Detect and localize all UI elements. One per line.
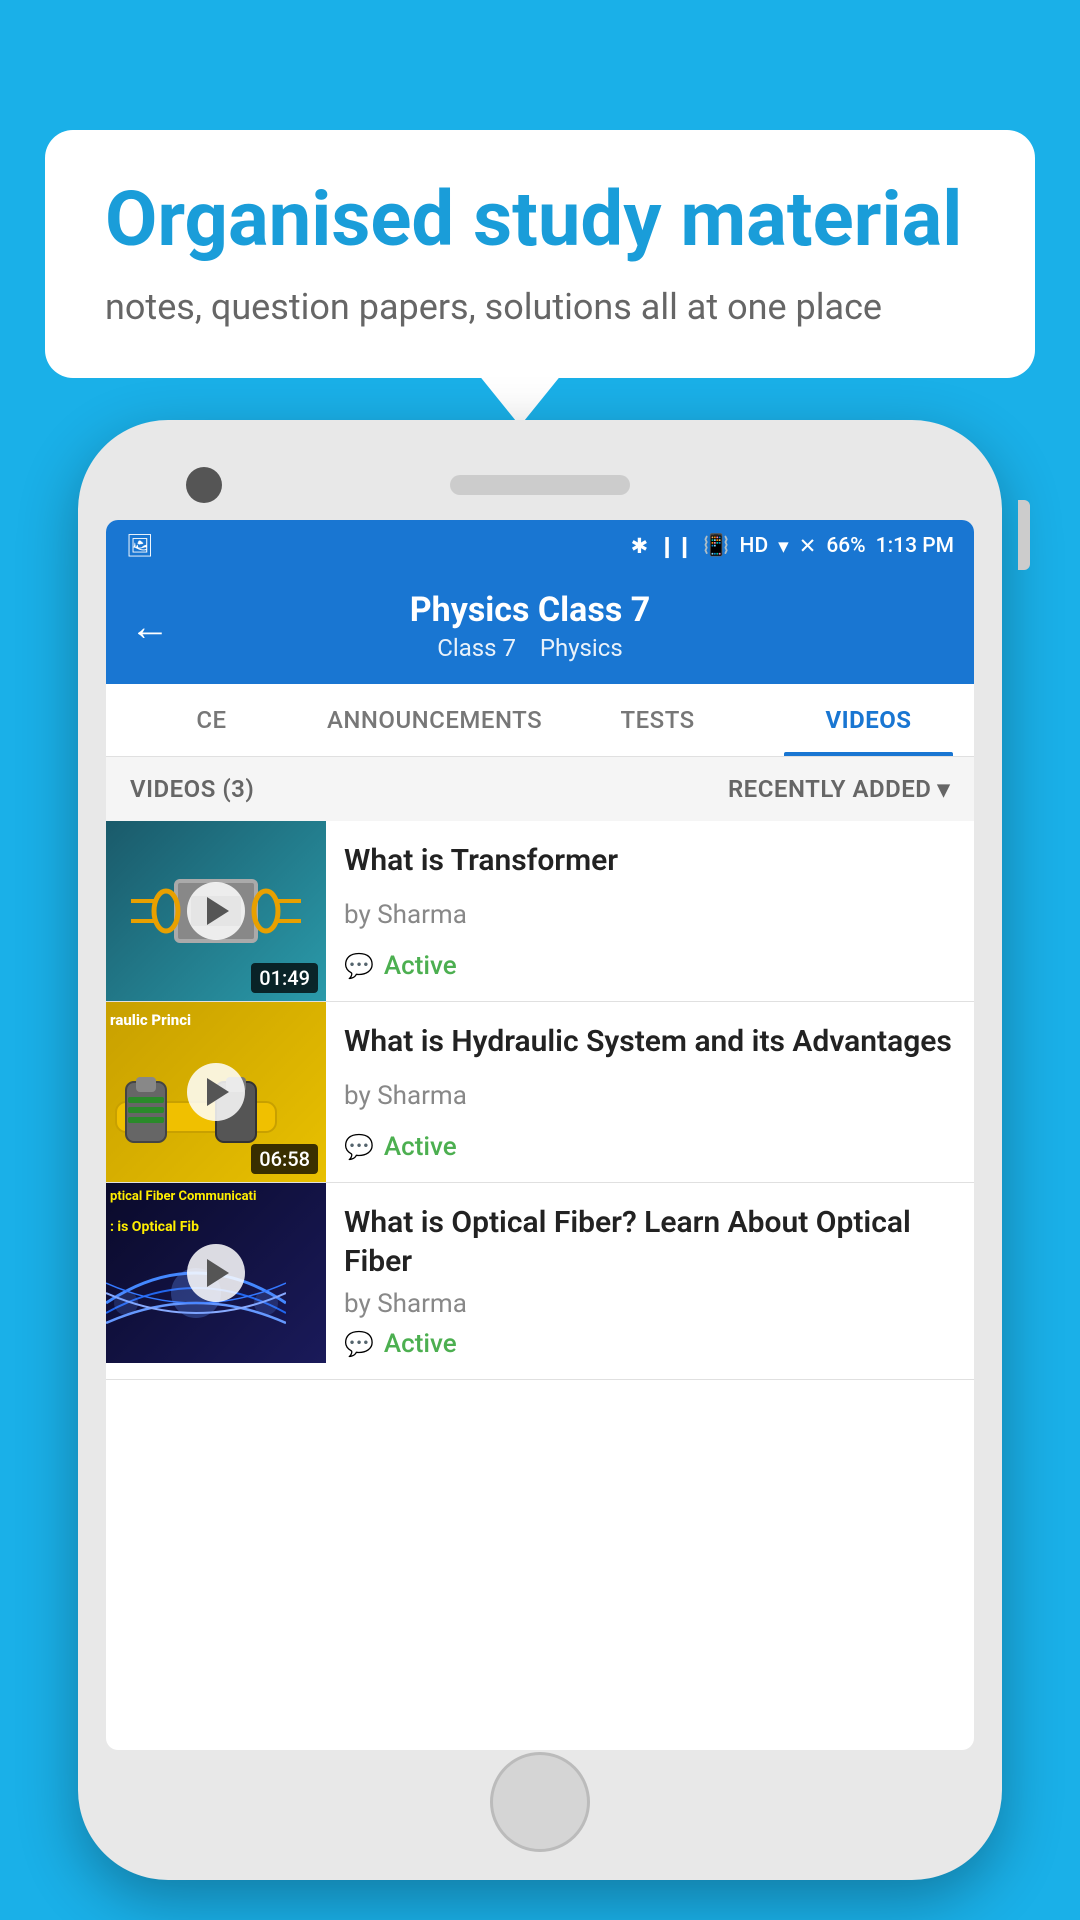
video-author-2: by Sharma: [344, 1081, 956, 1111]
speech-bubble-heading: Organised study material: [105, 178, 975, 262]
sort-chevron-icon: ▾: [937, 775, 950, 803]
speech-bubble-subtext: notes, question papers, solutions all at…: [105, 286, 975, 328]
sort-button[interactable]: RECENTLY ADDED ▾: [728, 775, 950, 803]
phone-home-button[interactable]: [490, 1752, 590, 1852]
wifi-icon: ▾: [778, 534, 789, 559]
status-bar-right: ✱ ❙❙ 📳 HD ▾ ✕ 66% 1:13 PM: [631, 534, 954, 559]
status-bar-left: 🖼: [126, 534, 154, 559]
play-triangle-icon-1: [207, 897, 229, 925]
play-triangle-icon-3: [207, 1259, 229, 1287]
phone-frame: 🖼 ✱ ❙❙ 📳 HD ▾ ✕ 66% 1:13 PM ← Physics Cl…: [78, 420, 1002, 1880]
tab-ce[interactable]: CE: [106, 684, 317, 756]
bluetooth-icon: ✱: [631, 534, 649, 559]
status-bar: 🖼 ✱ ❙❙ 📳 HD ▾ ✕ 66% 1:13 PM: [106, 520, 974, 572]
video-thumbnail-2: raulic Princi: [106, 1002, 326, 1182]
video-status-1: 💬 Active: [344, 951, 956, 981]
videos-header: VIDEOS (3) RECENTLY ADDED ▾: [106, 757, 974, 821]
time-label: 1:13 PM: [876, 534, 954, 558]
phone-top: [106, 450, 974, 520]
video-item-transformer[interactable]: 01:49 What is Transformer by Sharma 💬 Ac…: [106, 821, 974, 1002]
video-status-3: 💬 Active: [344, 1329, 956, 1359]
status-label-3: Active: [384, 1329, 457, 1359]
video-title-3: What is Optical Fiber? Learn About Optic…: [344, 1203, 956, 1281]
header-breadcrumb: Class 7 Physics: [190, 634, 870, 662]
status-chat-icon-3: 💬: [344, 1330, 374, 1358]
speech-bubble-container: Organised study material notes, question…: [45, 130, 1035, 378]
status-label-2: Active: [384, 1132, 457, 1162]
status-chat-icon-1: 💬: [344, 952, 374, 980]
status-label-1: Active: [384, 951, 457, 981]
play-triangle-icon-2: [207, 1078, 229, 1106]
tab-announcements-label: ANNOUNCEMENTS: [327, 706, 542, 734]
videos-count: VIDEOS (3): [130, 775, 254, 803]
phone-side-button: [1018, 500, 1030, 570]
header-text: Physics Class 7 Class 7 Physics: [190, 590, 870, 662]
play-button-3[interactable]: [187, 1244, 245, 1302]
video-author-1: by Sharma: [344, 900, 956, 930]
video-item-optical[interactable]: ptical Fiber Communicati : is Optical Fi…: [106, 1183, 974, 1380]
video-status-2: 💬 Active: [344, 1132, 956, 1162]
tab-tests[interactable]: TESTS: [552, 684, 763, 756]
video-info-3: What is Optical Fiber? Learn About Optic…: [326, 1183, 974, 1379]
tab-ce-label: CE: [196, 706, 226, 734]
breadcrumb-class: Class 7: [437, 634, 516, 662]
tab-tests-label: TESTS: [620, 706, 694, 734]
status-chat-icon-2: 💬: [344, 1133, 374, 1161]
play-button-2[interactable]: [187, 1063, 245, 1121]
signal-icon: ❙❙: [658, 534, 693, 559]
phone-camera: [186, 467, 222, 503]
back-button[interactable]: ←: [130, 603, 170, 650]
video-duration-2: 06:58: [251, 1144, 318, 1174]
sort-label: RECENTLY ADDED: [728, 775, 932, 803]
back-arrow-icon: ←: [130, 603, 170, 650]
video-thumbnail-3: ptical Fiber Communicati : is Optical Fi…: [106, 1183, 326, 1363]
speech-bubble: Organised study material notes, question…: [45, 130, 1035, 378]
tab-bar: CE ANNOUNCEMENTS TESTS VIDEOS: [106, 684, 974, 757]
vibrate-icon: 📳: [703, 534, 729, 558]
app-header: ← Physics Class 7 Class 7 Physics: [106, 572, 974, 684]
tab-videos-label: VIDEOS: [825, 706, 911, 734]
video-list: 01:49 What is Transformer by Sharma 💬 Ac…: [106, 821, 974, 1380]
video-thumbnail-1: 01:49: [106, 821, 326, 1001]
hydraulic-text-overlay: raulic Princi: [110, 1010, 191, 1031]
video-duration-1: 01:49: [251, 963, 318, 993]
notification-icon: 🖼: [126, 534, 154, 559]
breadcrumb-subject: Physics: [540, 634, 623, 662]
tab-videos[interactable]: VIDEOS: [763, 684, 974, 756]
video-info-2: What is Hydraulic System and its Advanta…: [326, 1002, 974, 1182]
hd-label: HD: [740, 534, 769, 558]
tab-announcements[interactable]: ANNOUNCEMENTS: [317, 684, 552, 756]
optical-text-overlay-1: ptical Fiber Communicati: [110, 1189, 326, 1206]
video-title-1: What is Transformer: [344, 841, 956, 880]
battery-label: 66%: [826, 534, 865, 558]
phone-speaker: [450, 475, 630, 495]
video-author-3: by Sharma: [344, 1289, 956, 1319]
phone-screen: 🖼 ✱ ❙❙ 📳 HD ▾ ✕ 66% 1:13 PM ← Physics Cl…: [106, 520, 974, 1750]
header-title: Physics Class 7: [190, 590, 870, 630]
video-info-1: What is Transformer by Sharma 💬 Active: [326, 821, 974, 1001]
data-icon: ✕: [799, 534, 817, 559]
video-title-2: What is Hydraulic System and its Advanta…: [344, 1022, 956, 1061]
play-button-1[interactable]: [187, 882, 245, 940]
video-item-hydraulic[interactable]: raulic Princi: [106, 1002, 974, 1183]
